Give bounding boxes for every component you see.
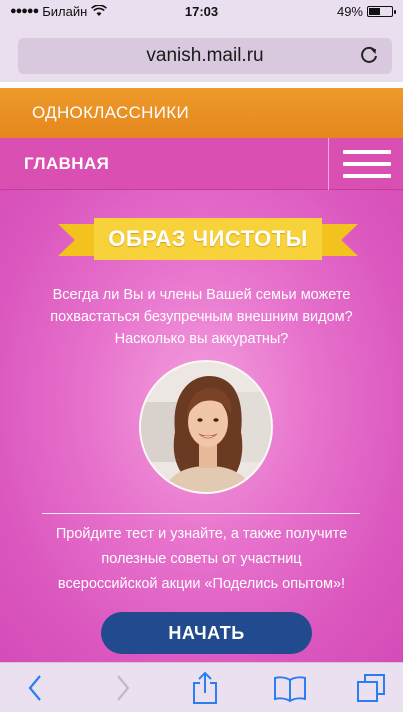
intro-text: Всегда ли Вы и члены Вашей семьи можете … [24, 284, 379, 350]
banner-title: ОБРАЗ ЧИСТОТЫ [94, 218, 322, 260]
battery-icon [367, 5, 396, 17]
cta-line: Пройдите тест и узнайте, а также получит… [55, 526, 348, 542]
wifi-icon [91, 5, 108, 16]
intro-line: Насколько вы аккуратны? [114, 331, 289, 347]
main-header: ГЛАВНАЯ [0, 138, 403, 190]
odnoklassniki-link[interactable]: ОДНОКЛАССНИКИ [0, 88, 403, 138]
url-text: vanish.mail.ru [146, 45, 264, 66]
browser-address-area: vanish.mail.ru [0, 22, 403, 82]
cta-line: всероссийской акции «Поделись опытом»! [57, 576, 346, 592]
woman-photo [139, 360, 273, 494]
hamburger-line [343, 174, 391, 178]
forward-button[interactable] [93, 663, 153, 712]
url-field[interactable]: vanish.mail.ru [18, 38, 392, 74]
signal-strength-icon: ●●●●● [10, 5, 39, 17]
bookmarks-button[interactable] [260, 663, 320, 712]
main-content: ОБРАЗ ЧИСТОТЫ Всегда ли Вы и члены Вашей… [0, 190, 403, 662]
tabs-button[interactable] [341, 663, 401, 712]
carrier-name: Билайн [42, 3, 88, 19]
back-icon [28, 675, 41, 701]
page-title[interactable]: ГЛАВНАЯ [24, 154, 109, 174]
reload-icon[interactable] [358, 44, 380, 66]
intro-line: похвастаться безупречным внешним видом? [50, 309, 353, 325]
intro-line: Всегда ли Вы и члены Вашей семьи можете [52, 287, 351, 303]
cta-text: Пройдите тест и узнайте, а также получит… [30, 522, 373, 597]
tabs-icon [357, 674, 385, 702]
hamburger-line [343, 150, 391, 154]
hamburger-menu-icon[interactable] [343, 147, 391, 181]
status-left: ●●●●● Билайн [10, 3, 108, 19]
menu-divider [328, 138, 329, 190]
battery-percent: 49% [336, 3, 363, 19]
cta-line: полезные советы от участниц [101, 551, 302, 567]
bookmarks-icon [274, 676, 306, 702]
start-button[interactable]: НАЧАТЬ [101, 612, 312, 654]
woman-portrait-illustration [141, 362, 271, 492]
share-button[interactable] [175, 663, 235, 712]
forward-icon [117, 675, 130, 701]
back-button[interactable] [5, 663, 65, 712]
odnoklassniki-label: ОДНОКЛАССНИКИ [32, 103, 189, 122]
battery-level [369, 7, 380, 15]
content-divider [42, 513, 360, 514]
title-banner: ОБРАЗ ЧИСТОТЫ [58, 218, 358, 260]
share-icon [193, 671, 217, 704]
status-bar: ●●●●● Билайн 17:03 49% [0, 0, 403, 22]
browser-toolbar [0, 662, 403, 712]
status-right: 49% [336, 3, 396, 19]
hamburger-line [343, 162, 391, 166]
